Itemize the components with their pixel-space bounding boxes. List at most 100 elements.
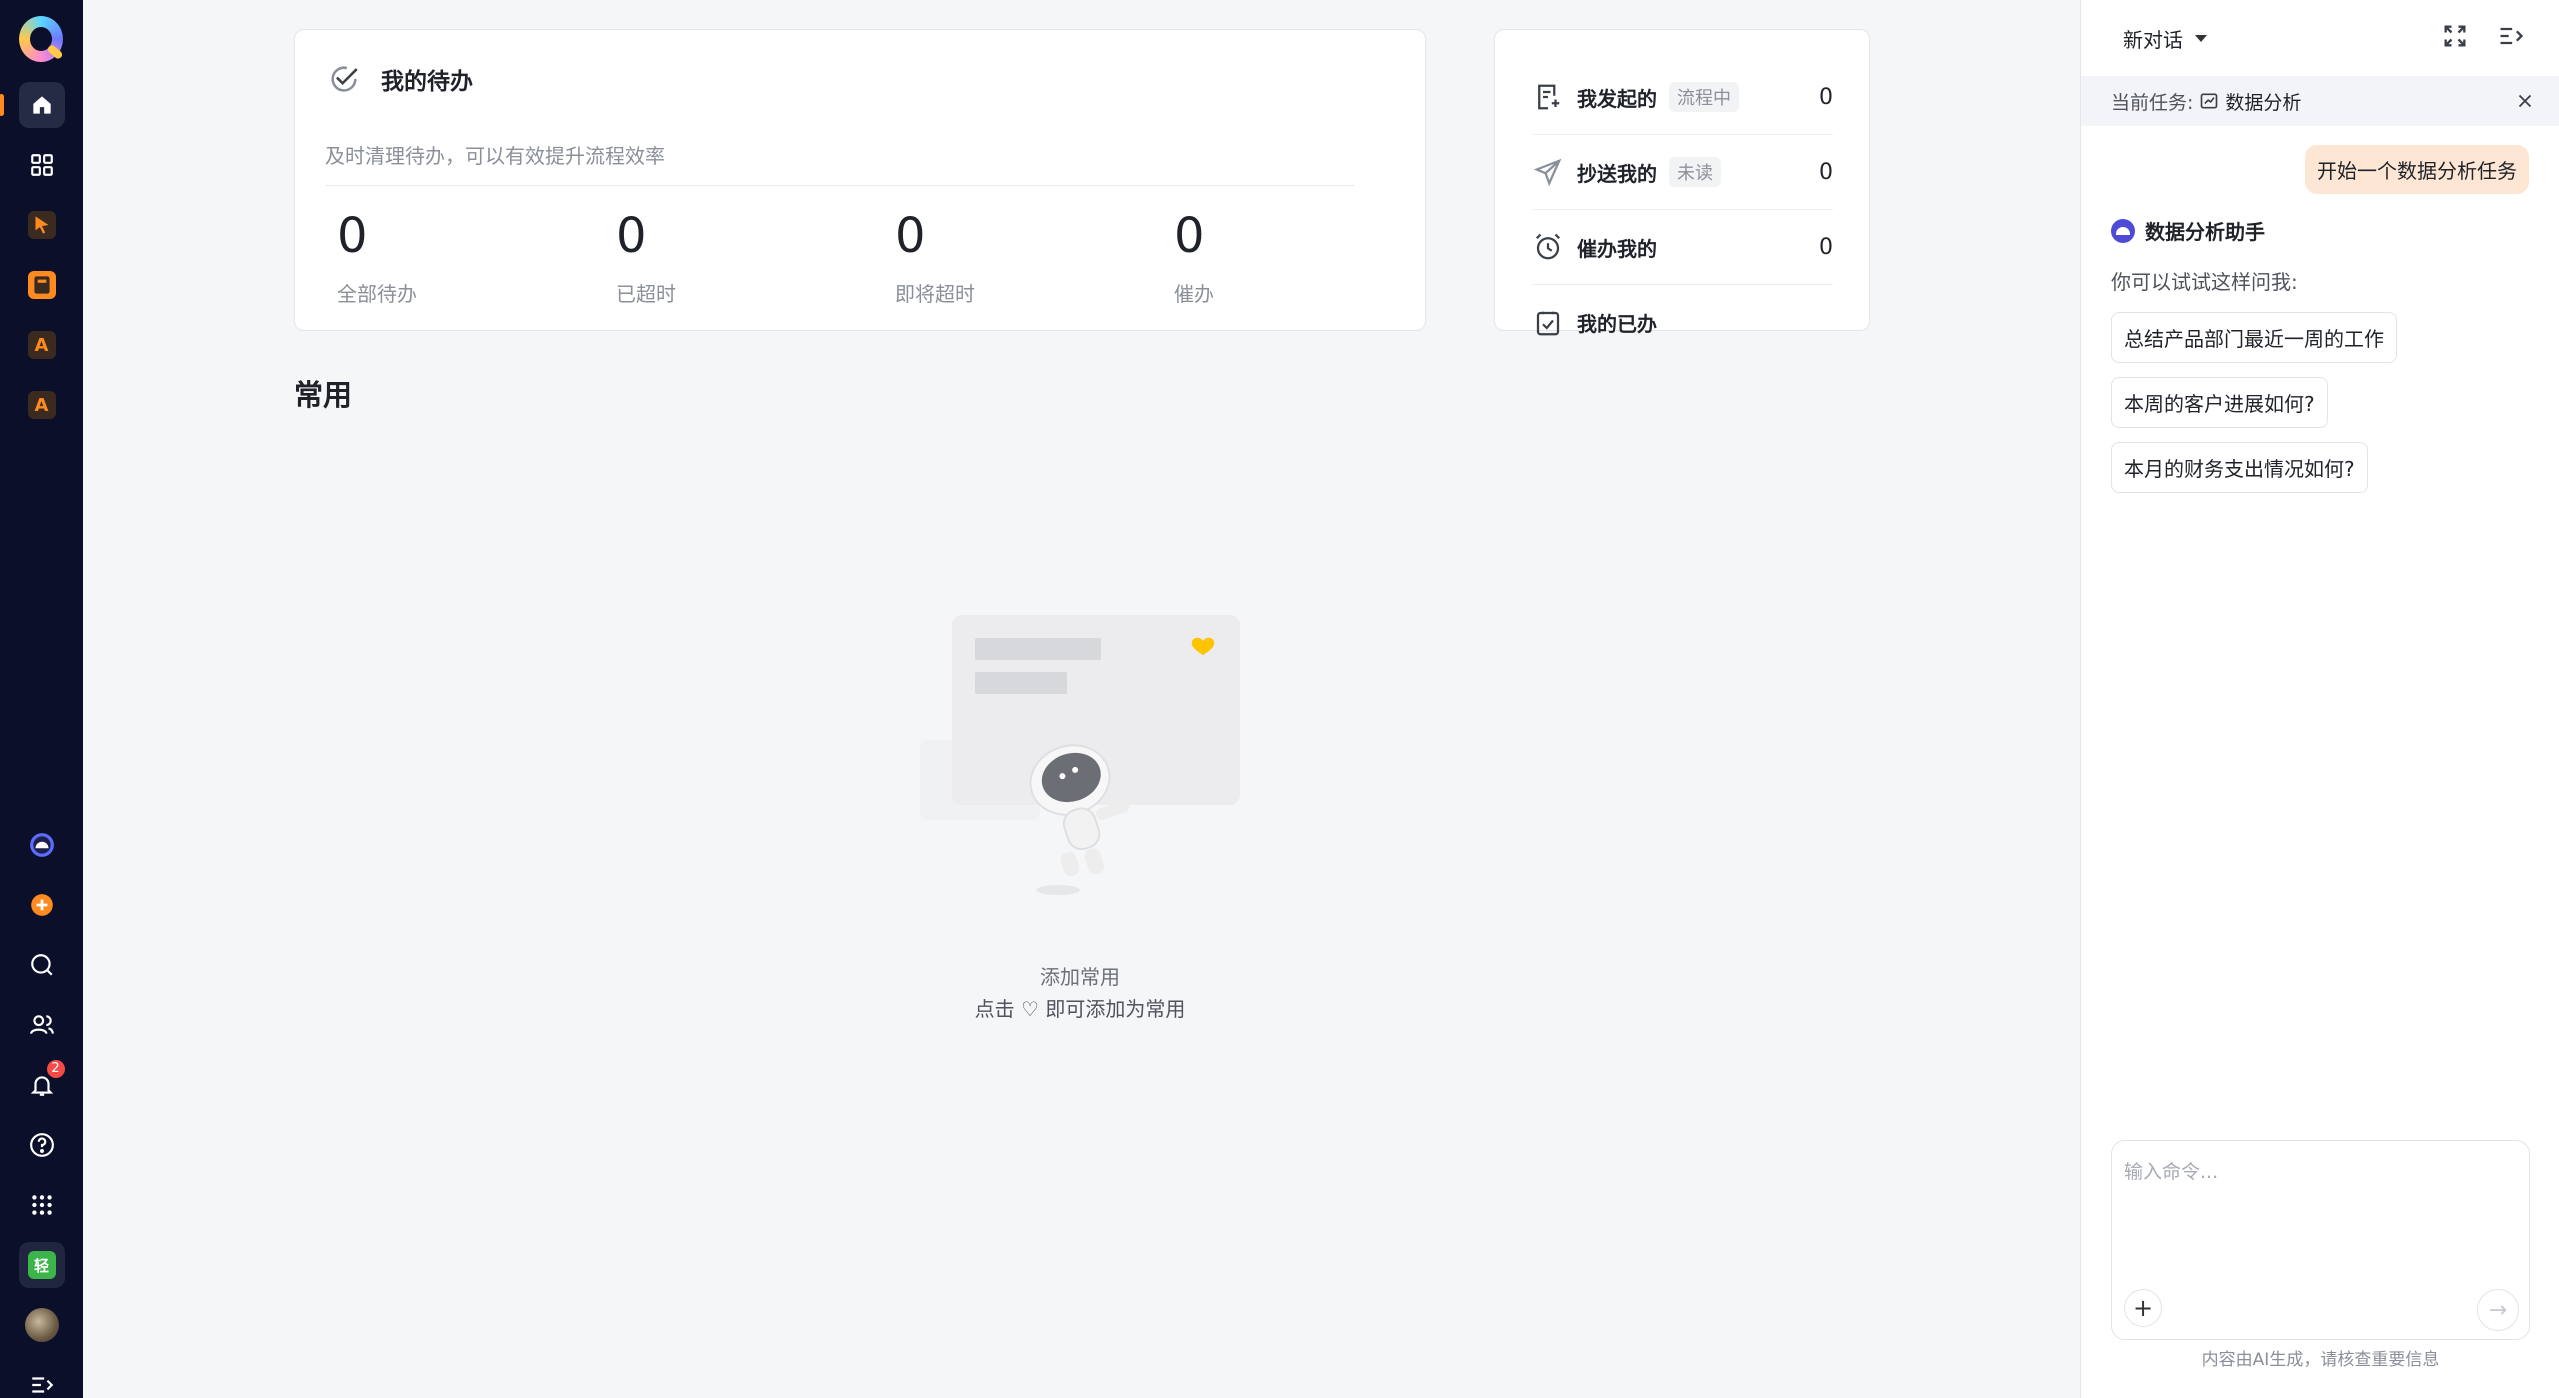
todo-subtitle: 及时清理待办，可以有效提升流程效率 (325, 144, 665, 168)
task-name: 数据分析 (2225, 91, 2302, 114)
send-icon (1533, 158, 1562, 187)
task-label: 当前任务: (2111, 91, 2194, 114)
search-nav[interactable] (19, 942, 65, 988)
app-logo[interactable] (17, 14, 67, 66)
assistant-nav[interactable] (19, 822, 65, 868)
stat-label: 全部待办 (337, 282, 417, 306)
stat-label: 催办 (1174, 282, 1214, 306)
letter-a-app-icon: A (27, 331, 56, 359)
send-button[interactable]: → (2477, 1289, 2519, 1331)
apps-grid-nav[interactable] (19, 142, 65, 188)
rail-app-2[interactable] (19, 262, 65, 308)
conversation-title: 新对话 (2123, 28, 2183, 52)
bot-header: 数据分析助手 (2111, 216, 2265, 245)
todo-card: 我的待办 及时清理待办，可以有效提升流程效率 0 全部待办 0 已超时 0 即将… (294, 29, 1426, 331)
stat-due-soon[interactable]: 0 即将超时 (895, 208, 975, 307)
stat-all-todo[interactable]: 0 全部待办 (337, 208, 417, 307)
suggestion-chip[interactable]: 总结产品部门最近一周的工作 (2111, 312, 2397, 363)
empty-state-illustration (920, 615, 1240, 895)
user-avatar[interactable] (19, 1302, 65, 1348)
alarm-icon (1535, 233, 1561, 260)
search-icon (30, 954, 53, 976)
check-circle-icon (331, 66, 358, 92)
avatar (24, 1308, 59, 1342)
empty-state-title: 添加常用 (1040, 965, 1120, 989)
row-done[interactable]: 我的已办 (1533, 285, 1833, 360)
checked-box-icon (1536, 311, 1560, 335)
ai-disclaimer: 内容由AI生成，请核查重要信息 (2201, 1350, 2440, 1370)
stat-label: 已超时 (616, 282, 676, 306)
empty-state-hint: 点击 ♡ 即可添加为常用 (974, 997, 1186, 1021)
fullscreen-icon[interactable] (2441, 22, 2469, 50)
notifications-nav[interactable]: 2 (19, 1060, 65, 1108)
stat-label: 即将超时 (895, 282, 975, 306)
row-cc[interactable]: 抄送我的 未读 0 (1533, 135, 1833, 210)
row-initiated[interactable]: 我发起的 流程中 0 (1533, 60, 1833, 135)
grid-icon (30, 154, 53, 176)
attach-button[interactable]: + (2124, 1289, 2162, 1327)
row-count: 0 (1819, 159, 1833, 185)
rail-app-4[interactable]: A (19, 382, 65, 428)
more-apps-nav[interactable] (19, 1182, 65, 1228)
row-tag: 流程中 (1669, 82, 1739, 112)
collapse-panel-icon[interactable] (2497, 22, 2525, 50)
stat-urge[interactable]: 0 催办 (1174, 208, 1214, 307)
people-icon (29, 1015, 54, 1035)
bot-name: 数据分析助手 (2145, 220, 2265, 244)
plus-icon: + (2132, 1294, 2154, 1322)
add-nav[interactable] (19, 882, 65, 928)
row-name: 我发起的 (1577, 86, 1657, 111)
stat-value: 0 (895, 208, 926, 264)
process-summary-card: 我发起的 流程中 0 抄送我的 未读 0 催办我的 0 我的已办 (1494, 29, 1870, 336)
close-icon[interactable] (2514, 90, 2536, 112)
stat-overdue[interactable]: 0 已超时 (616, 208, 676, 307)
home-icon (32, 96, 51, 114)
stat-value: 0 (1174, 208, 1205, 264)
row-count: 0 (1819, 84, 1833, 110)
chevron-down-icon (2195, 35, 2207, 42)
conversation-selector[interactable]: 新对话 (2123, 24, 2207, 53)
letter-a-app-icon: A (27, 391, 56, 419)
qing-app-nav[interactable]: 轻 (18, 1242, 65, 1288)
home-nav[interactable] (0, 82, 65, 128)
contacts-nav[interactable] (19, 1002, 65, 1048)
todo-title: 我的待办 (381, 69, 473, 95)
left-rail: A A 2 轻 (0, 0, 83, 1398)
current-task-bar: 当前任务: 数据分析 (2081, 76, 2559, 126)
rail-app-3[interactable]: A (19, 322, 65, 368)
command-input-placeholder: 输入命令... (2124, 1161, 2219, 1183)
task-chip[interactable]: 数据分析 (2199, 88, 2301, 115)
plus-circle-icon (30, 894, 53, 916)
divider (325, 185, 1355, 186)
help-nav[interactable] (19, 1122, 65, 1168)
expand-menu-icon (31, 1377, 53, 1393)
stat-value: 0 (616, 208, 647, 264)
help-icon (29, 1133, 54, 1157)
doc-add-icon (1538, 84, 1560, 110)
assistant-panel: 新对话 当前任务: 数据分析 开始一个数据分析任务 数据分析助手 你可以试试这样… (2080, 0, 2559, 1398)
dots-grid-icon (31, 1195, 52, 1215)
row-tag: 未读 (1669, 157, 1721, 187)
suggestion-chip[interactable]: 本月的财务支出情况如何? (2111, 442, 2368, 493)
chart-icon (2201, 93, 2218, 109)
row-urged[interactable]: 催办我的 0 (1533, 210, 1833, 285)
rail-app-1[interactable] (19, 202, 65, 248)
bot-intro: 你可以试试这样问我: (2111, 270, 2298, 294)
row-name: 催办我的 (1577, 236, 1657, 261)
cursor-app-icon (27, 211, 56, 239)
stat-value: 0 (337, 208, 368, 264)
assistant-avatar-icon (29, 833, 54, 857)
expand-rail-button[interactable] (19, 1362, 65, 1398)
arrow-right-icon: → (2488, 1297, 2508, 1323)
notification-badge: 2 (46, 1060, 65, 1078)
user-message: 开始一个数据分析任务 (2305, 145, 2529, 194)
command-input[interactable]: 输入命令... + → (2111, 1140, 2530, 1340)
common-section-title: 常用 (294, 378, 353, 412)
row-name: 我的已办 (1577, 312, 1657, 336)
row-count: 0 (1819, 234, 1833, 260)
book-app-icon (27, 271, 56, 299)
bot-avatar-icon (2111, 218, 2135, 243)
row-name: 抄送我的 (1577, 161, 1657, 186)
suggestion-chip[interactable]: 本周的客户进展如何? (2111, 377, 2328, 428)
qing-app-icon: 轻 (27, 1251, 56, 1279)
